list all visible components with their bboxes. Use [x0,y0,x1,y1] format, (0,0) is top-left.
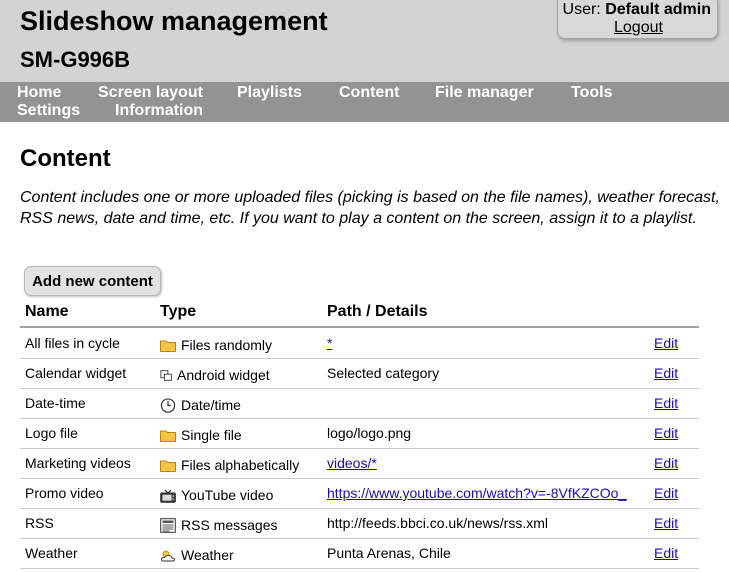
content-path: http://feeds.bbci.co.uk/news/rss.xml [327,515,548,531]
content-type: Files alphabetically [160,457,299,473]
table-row: RSS RSS messages http://feeds.bbci.co.uk… [20,508,699,539]
edit-link[interactable]: Edit [654,335,678,351]
edit-link[interactable]: Edit [654,395,678,411]
add-new-content-button[interactable]: Add new content [24,266,161,296]
page-description: Content includes one or more uploaded fi… [20,189,720,227]
table-row: All files in cycle Files randomly * Edit [20,328,699,359]
content-type: RSS messages [160,517,277,533]
content-path: Selected category [327,365,440,381]
user-info: User: Default admin [563,1,711,19]
table-row: Marketing videos Files alphabetically vi… [20,448,699,479]
table-row: Calendar widget Android widget Selected … [20,358,699,389]
nav-screen-layout[interactable]: Screen layout [98,84,203,102]
column-header-type: Type [160,303,197,320]
page-header: Slideshow management SM-G996B User: Defa… [0,0,729,82]
column-header-path: Path / Details [327,303,428,320]
weather-icon [160,550,176,562]
edit-link[interactable]: Edit [654,485,678,501]
content-path: Punta Arenas, Chile [327,545,451,561]
content-name: Calendar widget [25,365,127,381]
content-name: All files in cycle [25,335,120,351]
main-nav: Home Screen layout Playlists Content Fil… [0,82,729,122]
folder-icon [160,460,176,472]
nav-home[interactable]: Home [17,84,61,102]
folder-icon [160,340,176,352]
user-name: Default admin [605,1,711,18]
content-type-label: Single file [181,427,242,443]
user-panel: User: Default admin Logout [557,0,718,39]
table-row: Weather Weather Punta Arenas, Chile Edit [20,538,699,569]
user-prefix: User: [562,1,601,18]
clock-icon [160,398,176,413]
content-path: logo/logo.png [327,425,412,441]
folder-icon [160,430,176,442]
nav-content[interactable]: Content [339,84,399,102]
content-path-link[interactable]: videos/* [327,455,377,471]
edit-link[interactable]: Edit [654,455,678,471]
page-title: Content [20,145,111,172]
content-type: Date/time [160,397,241,413]
logout-link[interactable]: Logout [614,19,663,37]
nav-playlists[interactable]: Playlists [237,84,302,102]
app-title: Slideshow management [20,6,328,36]
edit-link[interactable]: Edit [654,365,678,381]
content-type: Weather [160,547,234,563]
tv-icon [160,489,176,503]
column-header-name: Name [25,303,69,320]
nav-file-manager[interactable]: File manager [435,84,534,102]
content-type-label: Android widget [177,367,270,383]
content-name: Weather [25,545,78,561]
content-name: Promo video [25,485,104,501]
content-type: Single file [160,427,242,443]
content-type-label: YouTube video [181,487,274,503]
device-name: SM-G996B [20,47,131,72]
content-name: Date-time [25,395,86,411]
content-name: Logo file [25,425,78,441]
news-icon [160,518,176,533]
content-path-link[interactable]: * [327,335,332,351]
content-type: Files randomly [160,337,272,353]
edit-link[interactable]: Edit [654,545,678,561]
content-type-label: Files alphabetically [181,457,300,473]
content-type: Android widget [160,367,270,383]
table-row: Logo file Single file logo/logo.png Edit [20,418,699,449]
content-path-link[interactable]: https://www.youtube.com/watch?v=-8VfKZCO… [327,485,627,501]
nav-settings[interactable]: Settings [17,102,80,120]
content-type-label: RSS messages [181,517,278,533]
edit-link[interactable]: Edit [654,425,678,441]
content-type-label: Date/time [181,397,241,413]
content-type-label: Files randomly [181,337,273,353]
content-type: YouTube video [160,487,273,503]
edit-link[interactable]: Edit [654,515,678,531]
table-row: Promo video YouTube video https://www.yo… [20,478,699,509]
content-name: Marketing videos [25,455,131,471]
table-row: Date-time Date/time Edit [20,388,699,419]
nav-tools[interactable]: Tools [571,84,612,102]
nav-information[interactable]: Information [115,102,203,120]
content-type-label: Weather [181,547,234,563]
content-name: RSS [25,515,54,531]
widget-icon [160,370,172,381]
